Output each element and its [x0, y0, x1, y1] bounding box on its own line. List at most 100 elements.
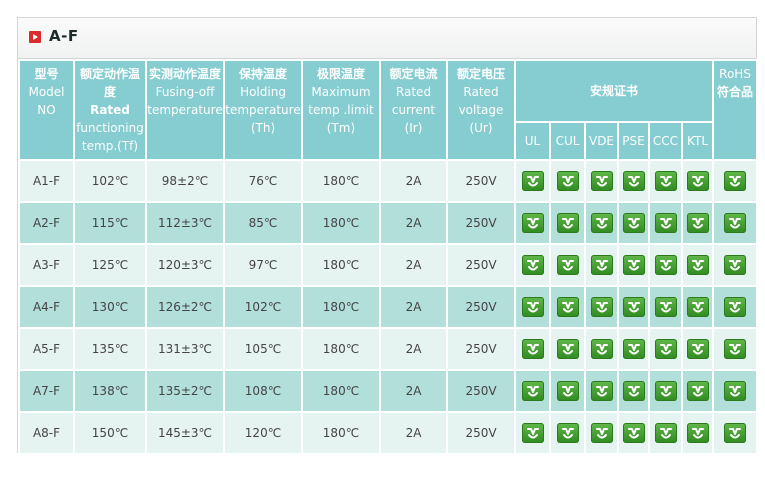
rated-temp-cell: 138℃ [73, 369, 147, 413]
certification-check-icon [686, 213, 709, 233]
model-cell: A4-F [18, 285, 75, 329]
table-row: A7-F 138℃ 135±2℃ 108℃ 180℃ 2A 250V [18, 369, 759, 413]
holding-temp-cell: 102℃ [223, 285, 303, 329]
maximum-temp-cell: 180℃ [301, 201, 381, 245]
header-fusing-en-2: temperature [147, 103, 223, 117]
certification-check-icon [654, 255, 677, 275]
rated-voltage-cell: 250V [446, 243, 516, 287]
certification-check-icon [654, 381, 677, 401]
maximum-temp-cell: 180℃ [301, 411, 381, 455]
cert-cell-ktl [680, 243, 715, 287]
holding-temp-cell: 76℃ [223, 159, 303, 203]
cert-cell-rohs [712, 327, 759, 371]
rated-voltage-cell: 250V [446, 369, 516, 413]
header-model-en-2: NO [37, 103, 56, 117]
cert-cell-cul [549, 201, 586, 245]
cert-cell-vde [584, 159, 619, 203]
header-current-en-2: current [391, 103, 436, 117]
certification-check-icon [521, 381, 544, 401]
maximum-temp-cell: 180℃ [301, 159, 381, 203]
header-model-cn: 型号 [34, 67, 59, 81]
cert-cell-pse [617, 159, 650, 203]
certification-check-icon [622, 381, 645, 401]
cert-cell-vde [584, 201, 619, 245]
certification-check-icon [622, 213, 645, 233]
cert-cell-ktl [680, 411, 715, 455]
fusing-temp-cell: 98±2℃ [145, 159, 225, 203]
cert-cell-ul [514, 201, 551, 245]
header-cert-ul: UL [514, 121, 551, 161]
header-cert-cul: CUL [549, 121, 586, 161]
header-rated-temp: 额定动作温度 Rated functioning temp.(Tf) [73, 59, 147, 161]
table-row: A1-F 102℃ 98±2℃ 76℃ 180℃ 2A 250V [18, 159, 759, 203]
certification-check-icon [724, 213, 747, 233]
certification-check-icon [654, 171, 677, 191]
certification-check-icon [590, 171, 613, 191]
header-current-cn: 额定电流 [389, 67, 438, 81]
cert-cell-cul [549, 159, 586, 203]
header-cert-ktl: KTL [680, 121, 715, 161]
holding-temp-cell: 97℃ [223, 243, 303, 287]
certification-check-icon [686, 255, 709, 275]
rated-temp-cell: 130℃ [73, 285, 147, 329]
cert-cell-rohs [712, 285, 759, 329]
header-model: 型号 Model NO [18, 59, 75, 161]
header-current-en-3: (Ir) [404, 121, 423, 135]
header-fusing-en-1: Fusing-off [155, 85, 215, 99]
header-rated-en-2: temp.(Tf) [81, 139, 139, 153]
rated-voltage-cell: 250V [446, 327, 516, 371]
certification-check-icon [686, 297, 709, 317]
certification-check-icon [590, 381, 613, 401]
certification-check-icon [654, 213, 677, 233]
header-certifications: 安规证书 [513, 59, 715, 123]
header-cert-vde: VDE [584, 121, 619, 161]
certification-check-icon [521, 423, 544, 443]
header-voltage-en-2: voltage [458, 103, 504, 117]
cert-cell-ktl [680, 369, 715, 413]
rated-temp-cell: 102℃ [73, 159, 147, 203]
rated-current-cell: 2A [379, 411, 448, 455]
spec-table-body: A1-F 102℃ 98±2℃ 76℃ 180℃ 2A 250V A2-F 115℃ 112±3℃… [18, 159, 759, 455]
certification-check-icon [654, 339, 677, 359]
header-fusing-cn: 实测动作温度 [148, 67, 221, 81]
holding-temp-cell: 85℃ [223, 201, 303, 245]
rated-current-cell: 2A [379, 159, 448, 203]
cert-cell-ccc [648, 369, 683, 413]
cert-cell-ul [514, 411, 551, 455]
certification-check-icon [622, 255, 645, 275]
cert-cell-ktl [680, 327, 715, 371]
rated-current-cell: 2A [379, 327, 448, 371]
header-certs-label: 安规证书 [590, 84, 639, 98]
certification-check-icon [686, 381, 709, 401]
holding-temp-cell: 105℃ [223, 327, 303, 371]
cert-cell-vde [584, 285, 619, 329]
certification-check-icon [724, 339, 747, 359]
cert-cell-pse [617, 243, 650, 287]
cert-cell-ul [514, 327, 551, 371]
fusing-temp-cell: 145±3℃ [145, 411, 225, 455]
certification-check-icon [556, 255, 579, 275]
header-voltage-en-3: (Ur) [469, 121, 493, 135]
cert-cell-ul [514, 159, 551, 203]
header-holding-cn: 保持温度 [238, 67, 287, 81]
rated-temp-cell: 115℃ [73, 201, 147, 245]
certification-check-icon [556, 381, 579, 401]
rated-voltage-cell: 250V [446, 159, 516, 203]
cert-cell-cul [549, 369, 586, 413]
certification-check-icon [590, 213, 613, 233]
rated-temp-cell: 135℃ [73, 327, 147, 371]
maximum-temp-cell: 180℃ [301, 243, 381, 287]
certification-check-icon [622, 339, 645, 359]
header-current-en-1: Rated [395, 85, 432, 99]
cert-cell-ktl [680, 159, 715, 203]
header-maximum-temp: 极限温度 Maximum temp .limit (Tm) [301, 59, 381, 161]
cert-cell-pse [617, 369, 650, 413]
certification-check-icon [724, 171, 747, 191]
cert-cell-ccc [648, 201, 683, 245]
cert-cell-cul [549, 285, 586, 329]
model-cell: A2-F [18, 201, 75, 245]
cert-cell-pse [617, 327, 650, 371]
certification-check-icon [622, 423, 645, 443]
table-row: A3-F 125℃ 120±3℃ 97℃ 180℃ 2A 250V [18, 243, 759, 287]
maximum-temp-cell: 180℃ [301, 369, 381, 413]
